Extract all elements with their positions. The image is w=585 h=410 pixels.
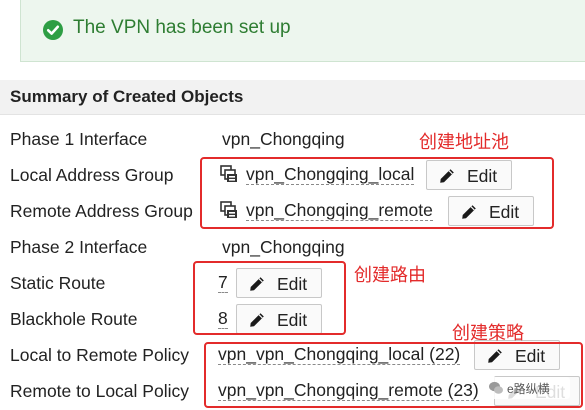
- wechat-icon: [489, 381, 503, 394]
- annotation-policy: 创建策略: [452, 323, 524, 343]
- summary-title: Summary of Created Objects: [10, 87, 244, 106]
- route-highlight-box: [193, 261, 346, 335]
- value-phase2-interface: vpn_Chongqing: [222, 237, 345, 257]
- value-phase1-interface: vpn_Chongqing: [222, 129, 345, 149]
- success-message: The VPN has been set up: [73, 17, 291, 38]
- address-group-highlight-box: [200, 157, 554, 229]
- annotation-address-pool: 创建地址池: [419, 132, 509, 152]
- label-phase2-interface: Phase 2 Interface: [10, 237, 148, 257]
- label-local-address-group: Local Address Group: [10, 165, 174, 185]
- label-blackhole-route: Blackhole Route: [10, 309, 138, 329]
- watermark: e路纵横: [486, 377, 570, 399]
- label-remote-address-group: Remote Address Group: [10, 201, 193, 221]
- label-remote-to-local-policy: Remote to Local Policy: [10, 381, 189, 401]
- watermark-text: e路纵横: [507, 382, 550, 396]
- annotation-route: 创建路由: [354, 265, 426, 285]
- check-circle-icon: [43, 20, 63, 40]
- success-banner: The VPN has been set up: [20, 0, 585, 62]
- label-phase1-interface: Phase 1 Interface: [10, 129, 148, 149]
- label-local-to-remote-policy: Local to Remote Policy: [10, 345, 189, 365]
- label-static-route: Static Route: [10, 273, 106, 293]
